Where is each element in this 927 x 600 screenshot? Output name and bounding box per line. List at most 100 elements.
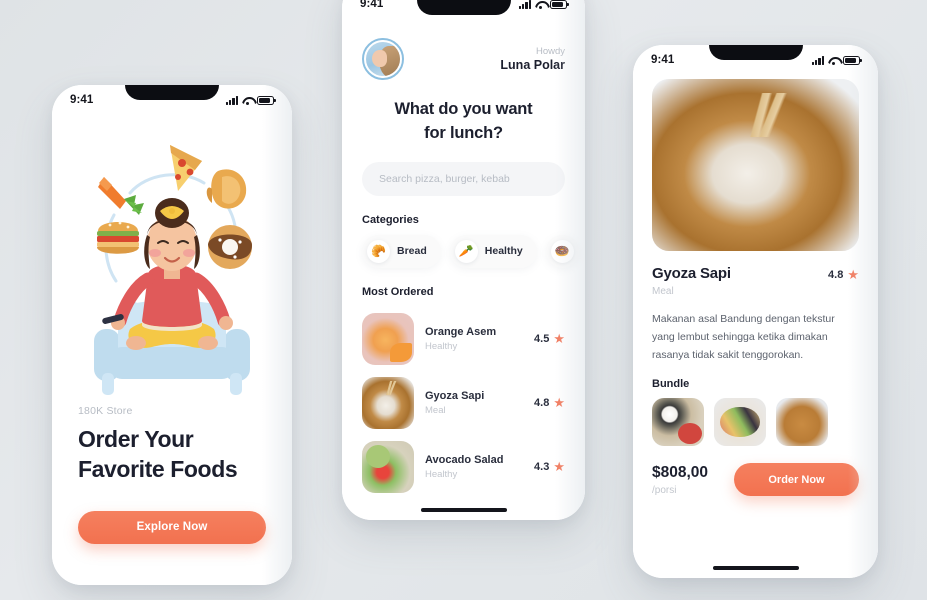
food-name: Orange Asem (425, 325, 497, 338)
croissant-icon (206, 169, 247, 209)
status-icons (811, 55, 862, 65)
food-thumbnail (362, 440, 414, 493)
food-name: Avocado Salad (425, 453, 504, 466)
donut-icon (208, 225, 252, 269)
category-chip-donut[interactable]: 🍩 (545, 234, 579, 268)
order-now-button[interactable]: Order Now (734, 463, 859, 497)
most-ordered-list: Orange Asem Healthy 4.5 ★ Gyoza Sapi Mea… (362, 307, 565, 499)
question-title: What do you want for lunch? (362, 98, 565, 146)
dish-header: Gyoza Sapi Meal 4.8 ★ (652, 265, 859, 297)
list-item[interactable]: Gyoza Sapi Meal 4.8 ★ (362, 371, 565, 435)
bundle-item[interactable] (776, 398, 828, 447)
rating-value: 4.5 (534, 332, 550, 345)
rating-value: 4.3 (534, 460, 550, 473)
category-label: Healthy (484, 245, 523, 258)
user-name: Luna Polar (500, 58, 565, 72)
food-category: Healthy (425, 340, 458, 352)
notch (708, 45, 803, 60)
headline-line-2: Favorite Foods (78, 456, 238, 483)
signal-icon (811, 55, 824, 65)
rating: 4.3 ★ (534, 460, 565, 473)
category-chip-bread[interactable]: 🥐 Bread (362, 234, 441, 268)
food-category: Meal (425, 404, 446, 416)
onboarding-illustration (52, 115, 292, 405)
greeting-small: Howdy (535, 46, 565, 57)
notch (125, 85, 219, 100)
bundle-item[interactable] (652, 398, 704, 447)
food-meta: Orange Asem Healthy (425, 326, 523, 352)
wifi-icon (242, 96, 253, 105)
price-unit: /porsi (652, 484, 677, 496)
food-meta: Gyoza Sapi Meal (425, 390, 523, 416)
signal-icon (225, 95, 238, 105)
category-chips: 🥐 Bread 🥕 Healthy 🍩 (362, 234, 579, 268)
status-bar: 9:41 (52, 85, 292, 115)
star-icon: ★ (553, 395, 565, 411)
status-time: 9:41 (651, 54, 675, 66)
status-icons (518, 0, 569, 9)
avatar[interactable] (362, 38, 404, 80)
notch (416, 0, 511, 15)
most-ordered-title: Most Ordered (362, 285, 434, 298)
dish-hero-photo (652, 79, 859, 251)
phone-detail-screen: 9:41 Gyoza Sapi Meal 4.8 ★ Makanan asal … (633, 45, 878, 578)
wifi-icon (535, 0, 546, 9)
status-icons (225, 95, 276, 105)
question-line-1: What do you want (394, 100, 533, 118)
battery-icon (257, 95, 276, 105)
rating: 4.5 ★ (534, 332, 565, 345)
battery-icon (550, 0, 569, 9)
price-block: $808,00 /porsi (652, 464, 708, 496)
categories-title: Categories (362, 213, 419, 226)
phone-home-screen: 9:41 Howdy Luna Polar What do you want f… (342, 0, 585, 520)
battery-icon (843, 55, 862, 65)
bundle-item[interactable] (714, 398, 766, 447)
home-indicator (712, 566, 799, 570)
donut-icon: 🍩 (550, 239, 574, 263)
wifi-icon (828, 56, 839, 65)
store-count-label: 180K Store (78, 405, 133, 417)
price-row: $808,00 /porsi Order Now (652, 463, 859, 497)
headline-line-1: Order Your (78, 426, 194, 452)
food-meta: Avocado Salad Healthy (425, 454, 523, 480)
status-bar: 9:41 (633, 45, 878, 75)
food-category: Healthy (425, 468, 458, 480)
list-item[interactable]: Orange Asem Healthy 4.5 ★ (362, 307, 565, 371)
category-chip-healthy[interactable]: 🥕 Healthy (449, 234, 537, 268)
dish-description: Makanan asal Bandung dengan tekstur yang… (652, 313, 835, 362)
rating-value: 4.8 (534, 396, 550, 409)
rating-value: 4.8 (828, 268, 844, 281)
bundle-list (652, 398, 859, 447)
dish-rating: 4.8 ★ (828, 268, 859, 281)
meditating-woman-illustration (94, 145, 252, 395)
status-time: 9:41 (360, 0, 384, 10)
star-icon: ★ (847, 267, 859, 282)
dish-category: Meal (652, 286, 674, 297)
status-time: 9:41 (70, 94, 94, 106)
croissant-icon: 🥐 (367, 239, 390, 263)
burger-icon (97, 221, 139, 254)
carrot-icon (98, 177, 144, 215)
explore-now-button[interactable]: Explore Now (78, 510, 266, 544)
star-icon: ★ (553, 331, 565, 347)
greeting-row: Howdy Luna Polar (362, 38, 565, 80)
avatar-image (366, 42, 400, 76)
carrot-icon: 🥕 (454, 239, 478, 263)
pizza-icon (170, 145, 202, 191)
price-value: $808,00 (652, 463, 709, 481)
greeting-text: Howdy Luna Polar (500, 46, 565, 72)
search-input[interactable] (362, 161, 565, 196)
rating: 4.8 ★ (534, 396, 565, 409)
food-name: Gyoza Sapi (425, 389, 485, 402)
status-bar: 9:41 (342, 0, 585, 15)
phone-onboarding-screen: 9:41 180K Store Order Your Favorite Food… (52, 85, 292, 585)
category-label: Bread (397, 245, 427, 258)
food-thumbnail (362, 376, 414, 429)
home-indicator (420, 508, 507, 512)
signal-icon (518, 0, 531, 9)
dish-title: Gyoza Sapi (652, 265, 731, 282)
star-icon: ★ (553, 459, 565, 475)
question-line-2: for lunch? (424, 123, 503, 142)
page-title: Order Your Favorite Foods (78, 424, 266, 485)
list-item[interactable]: Avocado Salad Healthy 4.3 ★ (362, 435, 565, 499)
